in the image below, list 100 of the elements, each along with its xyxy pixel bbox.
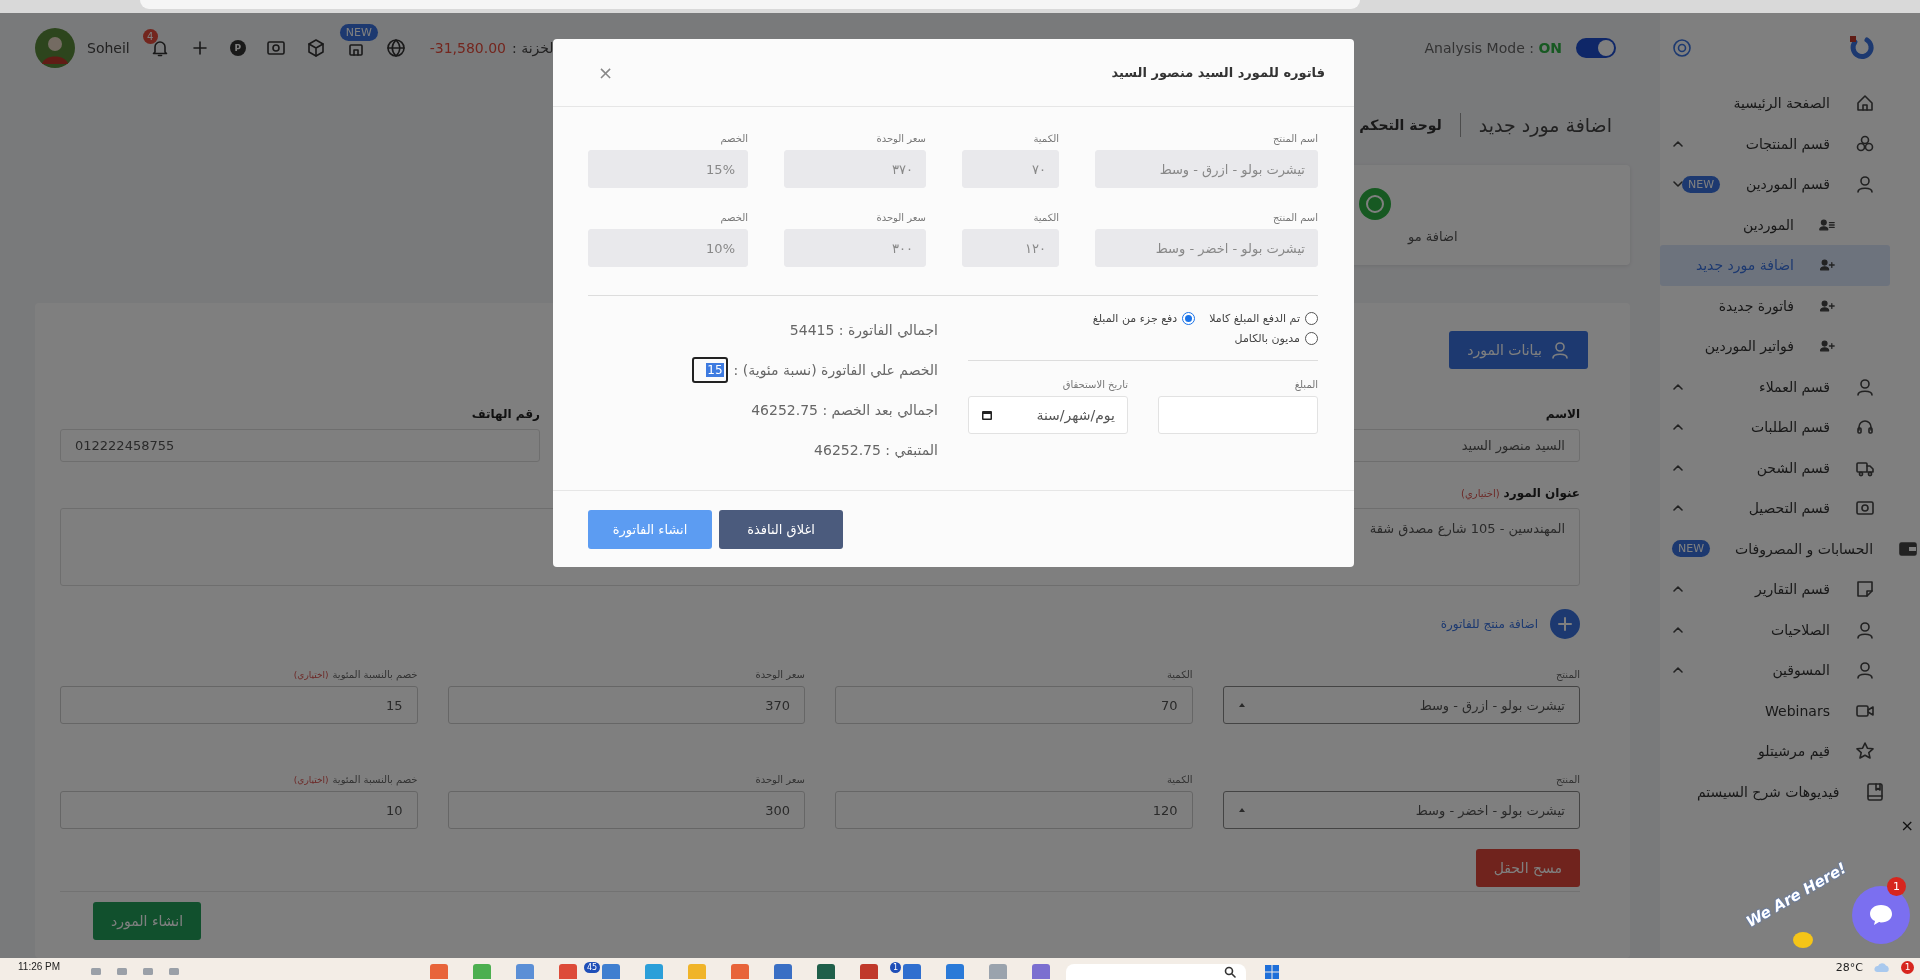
app-icon[interactable] <box>731 964 750 979</box>
product-field[interactable]: تيشرت بولو - اخضر - وسط <box>1095 229 1318 267</box>
add-product-button[interactable] <box>1550 609 1580 639</box>
shortcut-label: اضافة مو <box>1408 228 1458 244</box>
app-icon[interactable] <box>860 964 879 979</box>
tray-icon[interactable] <box>168 966 181 976</box>
cash-icon <box>265 38 286 58</box>
sidebar-item[interactable]: قيم مرشيتلو <box>1660 731 1920 772</box>
discount-field[interactable]: 15% <box>588 150 748 188</box>
app-icon[interactable] <box>516 964 535 979</box>
balance-label: لخزنة : <box>512 40 554 56</box>
sidebar-item[interactable]: قسم التحصيل <box>1660 488 1920 529</box>
app-icon[interactable] <box>817 964 836 979</box>
discount-field[interactable]: 15 <box>60 686 418 724</box>
section-button[interactable]: بيانات المورد <box>1449 331 1588 369</box>
cube-icon[interactable] <box>305 38 326 58</box>
price-field[interactable]: ٣٧٠ <box>784 150 926 188</box>
sidebar-item[interactable]: المسوقين <box>1660 650 1920 691</box>
invoice-total: اجمالي الفاتورة : 54415 <box>788 321 938 341</box>
speech-bubble-icon <box>1868 903 1894 927</box>
field-label: الخصم <box>719 133 748 144</box>
field-label: خصم بالنسبة المئوية <box>332 774 418 785</box>
quantity-field[interactable]: ١٢٠ <box>962 229 1059 267</box>
close-button[interactable]: × <box>1900 818 1914 834</box>
analysis-mode-label: Analysis Mode : ON <box>1424 40 1562 56</box>
new-badge: NEW <box>1672 540 1711 558</box>
sidebar-subitem[interactable]: فواتير الموردين <box>1660 326 1890 367</box>
windows-logo[interactable] <box>1264 964 1281 980</box>
price-field[interactable]: ٣٠٠ <box>784 229 926 267</box>
price-field[interactable]: 300 <box>447 791 805 829</box>
analysis-mode-toggle[interactable] <box>1576 38 1616 58</box>
payment-option[interactable]: مديون بالكامل <box>1209 330 1318 346</box>
field-label: المنتج <box>1554 774 1580 785</box>
tray-icon[interactable] <box>90 966 103 976</box>
globe-icon[interactable] <box>385 38 406 58</box>
create-invoice-button[interactable]: انشاء الفاتورة <box>588 509 712 549</box>
quantity-field[interactable]: 120 <box>835 791 1193 829</box>
breadcrumb-link[interactable]: لوحة التحكم <box>1359 117 1442 133</box>
user-icon <box>1855 376 1875 397</box>
search-field[interactable] <box>1066 964 1247 980</box>
quantity-field[interactable]: 70 <box>835 686 1193 724</box>
book-icon <box>1864 781 1885 802</box>
app-icon[interactable] <box>946 964 965 979</box>
field-label: الخصم <box>719 212 748 223</box>
sidebar-item[interactable]: Webinars <box>1660 690 1920 731</box>
add-product-link[interactable]: اضافة منتج للفاتورة <box>1440 617 1538 631</box>
note-icon <box>1855 579 1875 600</box>
notification-badge: 1 <box>1901 961 1914 974</box>
clear-button[interactable]: مسح الحقل <box>1475 849 1580 887</box>
discount-field[interactable]: 10 <box>60 791 418 829</box>
balance-amount: -31,580.00 <box>429 40 507 56</box>
sidebar-item[interactable]: قسم الطلبات <box>1660 407 1920 448</box>
cloud-icon <box>1873 961 1891 973</box>
discount-input[interactable]: 15 <box>691 357 728 383</box>
sidebar-item[interactable]: قسم الشحن <box>1660 447 1920 488</box>
target-icon[interactable] <box>1672 38 1692 58</box>
points-icon[interactable]: P <box>229 40 246 56</box>
payment-option[interactable]: تم الدفع المبلغ كاملا <box>1209 310 1318 326</box>
new-badge: NEW <box>339 24 378 41</box>
sidebar-subitem[interactable]: فاتورة جديدة <box>1660 285 1890 326</box>
optional-tag: (اختياري) <box>293 670 329 680</box>
clock: 11:26 PM <box>18 961 61 972</box>
sidebar-item[interactable]: قسم العملاء <box>1660 366 1920 407</box>
sidebar-item[interactable]: الصفحة الرئيسية <box>1660 83 1920 124</box>
price-field[interactable]: 370 <box>447 686 805 724</box>
field-label: اسم المنتج <box>1271 212 1318 223</box>
close-dialog-button[interactable]: اغلاق النافذة <box>719 509 843 549</box>
amount-field[interactable] <box>1158 396 1318 434</box>
date-field[interactable]: يوم/شهر/سنة <box>968 396 1128 434</box>
payment-option[interactable]: دفع جزء من المبلغ <box>1092 310 1196 326</box>
close-button[interactable]: × <box>598 62 614 83</box>
sidebar-item[interactable]: قسم المنتجات <box>1660 123 1920 164</box>
discount-field[interactable]: 10% <box>588 229 748 267</box>
app-badge: 1 <box>889 962 902 973</box>
sidebar-item[interactable]: قسم التقارير <box>1660 569 1920 610</box>
sidebar-item[interactable]: الصلاحيات <box>1660 609 1920 650</box>
sidebar-subitem[interactable]: الموردين <box>1660 204 1890 245</box>
temperature: 28°C <box>1835 961 1863 974</box>
app-icon[interactable] <box>559 964 578 979</box>
app-icon[interactable] <box>430 964 449 979</box>
quantity-field[interactable]: ٧٠ <box>962 150 1059 188</box>
product-select[interactable]: تيشرت بولو - اخضر - وسط <box>1222 791 1580 829</box>
optional-tag: (اختياري) <box>293 775 329 785</box>
app-icon[interactable] <box>774 964 793 979</box>
product-select[interactable]: تيشرت بولو - ازرق - وسط <box>1222 686 1580 724</box>
app-icon[interactable] <box>1032 964 1051 979</box>
app-icon[interactable] <box>602 964 621 979</box>
phone-field[interactable]: 012222458755 <box>60 429 540 462</box>
product-field[interactable]: تيشرت بولو - ازرق - وسط <box>1095 150 1318 188</box>
sidebar-item[interactable]: فيديوهات شرح السيستم <box>1660 771 1920 812</box>
user-name[interactable]: Soheil <box>87 40 130 56</box>
logo[interactable] <box>1847 34 1875 62</box>
sidebar-subitem[interactable]: اضافة مورد جديد <box>1660 245 1890 286</box>
total-after-discount: اجمالي بعد الخصم : 46252.75 <box>750 401 938 421</box>
create-supplier-button[interactable]: انشاء المورد <box>93 902 202 940</box>
app-icon[interactable] <box>903 964 922 979</box>
tray-icon[interactable] <box>142 966 155 976</box>
home-icon <box>1855 93 1875 114</box>
tray-icon[interactable] <box>116 966 129 976</box>
notification-badge: 4 <box>142 29 158 44</box>
